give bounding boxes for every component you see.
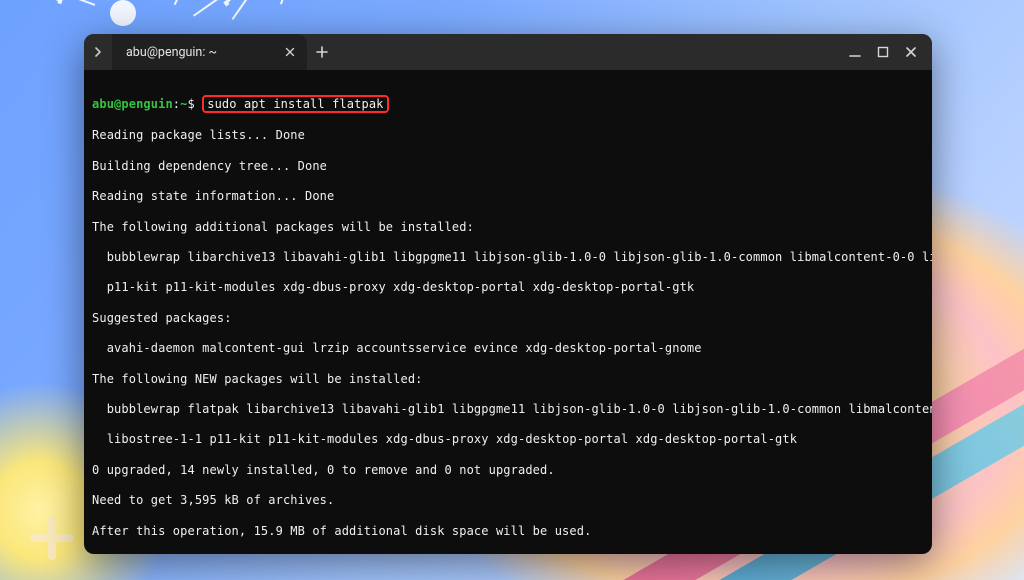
new-tab-button[interactable]	[307, 34, 337, 70]
terminal-viewport[interactable]: abu@penguin:~$ sudo apt install flatpak …	[84, 70, 932, 554]
desktop-wallpaper: abu@penguin: ~ abu@pen	[0, 0, 1024, 580]
output-line: Suggested packages:	[92, 311, 924, 326]
output-line: avahi-daemon malcontent-gui lrzip accoun…	[92, 341, 924, 356]
output-line: The following additional packages will b…	[92, 220, 924, 235]
minimize-icon[interactable]	[848, 45, 862, 59]
titlebar: abu@penguin: ~	[84, 34, 932, 70]
close-tab-icon[interactable]	[283, 45, 297, 59]
maximize-icon[interactable]	[876, 45, 890, 59]
output-line: libostree-1-1 p11-kit p11-kit-modules xd…	[92, 432, 924, 447]
chevron-right-icon[interactable]	[84, 34, 112, 70]
output-line: 0 upgraded, 14 newly installed, 0 to rem…	[92, 463, 924, 478]
output-line: The following NEW packages will be insta…	[92, 372, 924, 387]
output-line: Building dependency tree... Done	[92, 159, 924, 174]
prompt-symbol: $	[188, 97, 195, 111]
terminal-window: abu@penguin: ~ abu@pen	[84, 34, 932, 554]
output-line: After this operation, 15.9 MB of additio…	[92, 524, 924, 539]
output-line: Reading package lists... Done	[92, 128, 924, 143]
output-line: bubblewrap flatpak libarchive13 libavahi…	[92, 402, 924, 417]
prompt-path: ~	[180, 97, 187, 111]
output-line: Reading state information... Done	[92, 189, 924, 204]
output-line: p11-kit p11-kit-modules xdg-dbus-proxy x…	[92, 280, 924, 295]
output-line: Need to get 3,595 kB of archives.	[92, 493, 924, 508]
wallpaper-plus-mark	[30, 516, 74, 560]
close-window-icon[interactable]	[904, 45, 918, 59]
titlebar-spacer[interactable]	[337, 34, 834, 70]
prompt-line: abu@penguin:~$ sudo apt install flatpak	[92, 95, 924, 113]
window-controls	[834, 34, 932, 70]
highlighted-command: sudo apt install flatpak	[202, 95, 388, 113]
prompt-user-host: abu@penguin	[92, 97, 173, 111]
output-line: bubblewrap libarchive13 libavahi-glib1 l…	[92, 250, 924, 265]
tab-title: abu@penguin: ~	[126, 45, 275, 60]
tab-active[interactable]: abu@penguin: ~	[112, 34, 307, 70]
